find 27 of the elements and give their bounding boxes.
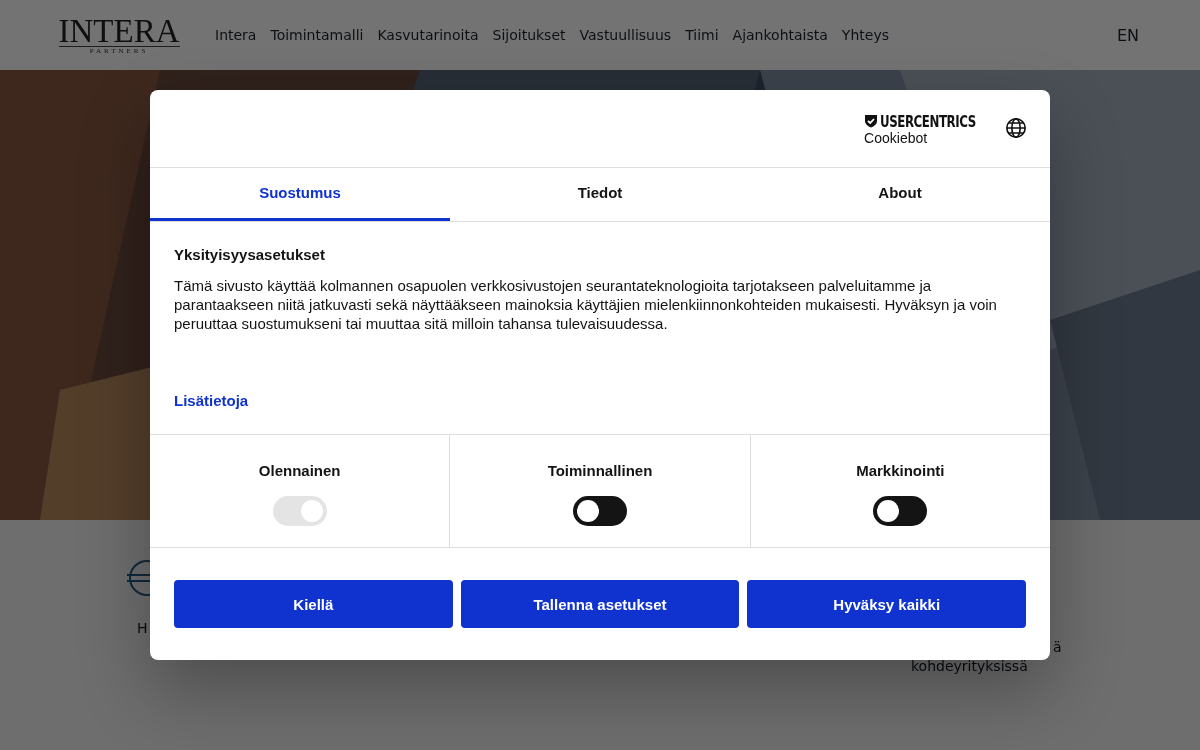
feature-text: ä (1052, 638, 1062, 657)
language-link[interactable]: EN (1116, 25, 1139, 45)
dialog-heading: Yksityisyysasetukset (174, 245, 326, 263)
feature-text: kohdeyrityksissä (911, 657, 1029, 676)
nav-link[interactable]: Toimintamalli (270, 27, 364, 43)
category-label: Toiminnallinen (547, 461, 653, 479)
nav-link[interactable]: Intera (215, 27, 257, 43)
euro-icon (125, 560, 150, 596)
nav-link[interactable]: Kasvutarinoita (377, 27, 479, 43)
more-info-link[interactable]: Lisätietoja (174, 391, 249, 409)
nav-link[interactable]: Sijoitukset (492, 27, 566, 43)
consent-button[interactable]: Tallenna asetukset (460, 580, 740, 628)
toggle-switch[interactable] (573, 495, 627, 526)
nav-link[interactable]: Yhteys (841, 27, 889, 43)
nav-link[interactable]: Ajankohtaista (732, 27, 828, 43)
consent-button[interactable]: Kiellä (174, 580, 453, 628)
cookiebot-logo: USERCENTRICS Cookiebot (864, 111, 977, 145)
nav-link[interactable]: Tiimi (685, 27, 719, 43)
language-icon[interactable] (1005, 117, 1027, 140)
tab[interactable]: Suostumus (150, 167, 450, 221)
category-label: Markkinointi (856, 461, 945, 479)
consent-button[interactable]: Hyväksy kaikki (747, 580, 1026, 628)
category-label: Olennainen (258, 461, 341, 479)
nav-link[interactable]: Vastuullisuus (579, 27, 672, 43)
feature-text: H (137, 619, 148, 638)
toggle-switch[interactable] (873, 495, 928, 526)
dialog-text: Tämä sivusto käyttää kolmannen osapuolen verkkosivustojen seurantateknologioita tarjotakseen palveluitamme ja parantaakseen niitä jatkuvasti sekä näyttääkseen mainoksia käyttäjien mielenkiinnonkohteiden mukaisesti. Hyväksyn ja voin peruuttaa suostumukseni tai muuttaa sitä milloin tahansa tulevaisuudessa. (174, 275, 998, 333)
